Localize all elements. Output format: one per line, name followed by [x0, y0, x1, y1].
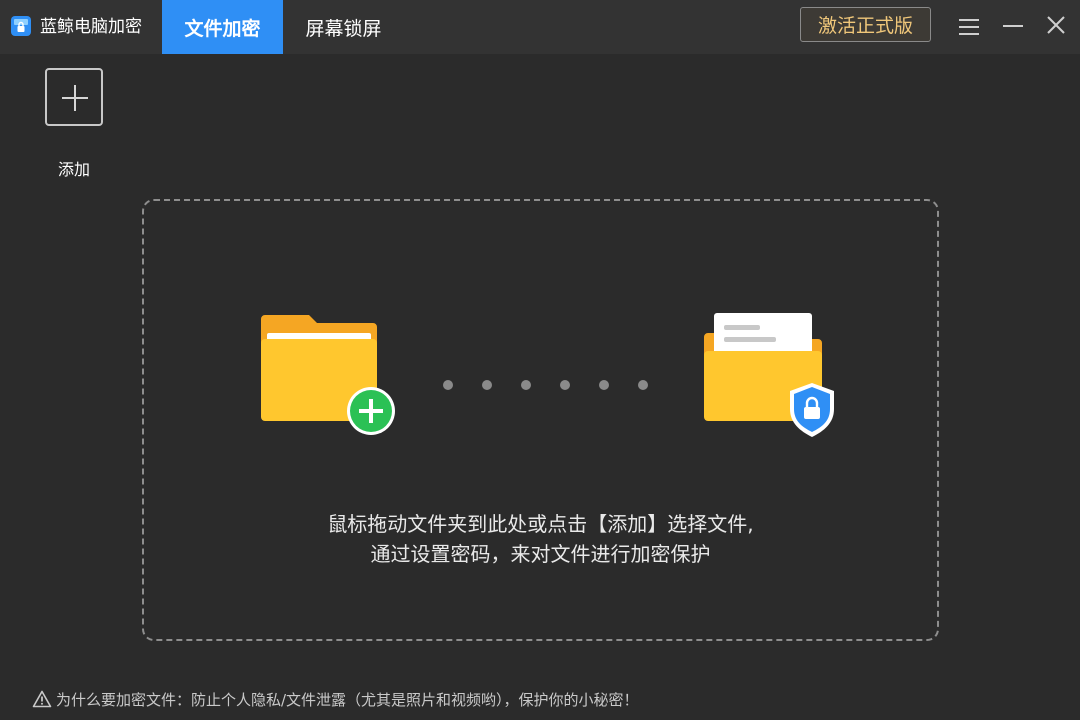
- hamburger-icon[interactable]: [954, 12, 984, 42]
- add-button[interactable]: [45, 68, 103, 126]
- tab-screen-lock[interactable]: 屏幕锁屏: [283, 0, 404, 54]
- warning-icon: [32, 690, 52, 708]
- footer-tip: 为什么要加密文件：防止个人隐私/文件泄露（尤其是照片和视频哟），保护你的小秘密！: [32, 688, 639, 710]
- app-brand: 蓝鲸电脑加密: [0, 0, 162, 54]
- title-bar: 蓝鲸电脑加密 文件加密 屏幕锁屏 激活正式版: [0, 0, 1080, 54]
- drop-instructions-line2: 通过设置密码，来对文件进行加密保护: [370, 542, 711, 566]
- app-title: 蓝鲸电脑加密: [40, 17, 142, 37]
- progress-dots: [443, 380, 648, 390]
- folder-add-icon: [261, 315, 395, 435]
- app-window: 蓝鲸电脑加密 文件加密 屏幕锁屏 激活正式版 添加 鼠标拖动文件夹到此处或点击【…: [0, 0, 1080, 720]
- minimize-icon[interactable]: [998, 12, 1028, 42]
- drop-instructions-line1: 鼠标拖动文件夹到此处或点击【添加】选择文件,: [327, 512, 754, 536]
- tab-file-encrypt[interactable]: 文件加密: [162, 0, 283, 54]
- activate-button[interactable]: 激活正式版: [800, 7, 931, 42]
- folder-lock-icon: [704, 313, 834, 437]
- plus-icon: [62, 85, 88, 111]
- drop-zone[interactable]: 鼠标拖动文件夹到此处或点击【添加】选择文件, 通过设置密码，来对文件进行加密保护: [142, 199, 939, 641]
- drop-instructions: 鼠标拖动文件夹到此处或点击【添加】选择文件, 通过设置密码，来对文件进行加密保护: [144, 509, 937, 569]
- close-icon[interactable]: [1042, 12, 1072, 42]
- add-label[interactable]: 添加: [44, 156, 104, 180]
- app-logo-icon: [10, 15, 32, 37]
- footer-tip-text: 为什么要加密文件：防止个人隐私/文件泄露（尤其是照片和视频哟），保护你的小秘密！: [56, 690, 639, 709]
